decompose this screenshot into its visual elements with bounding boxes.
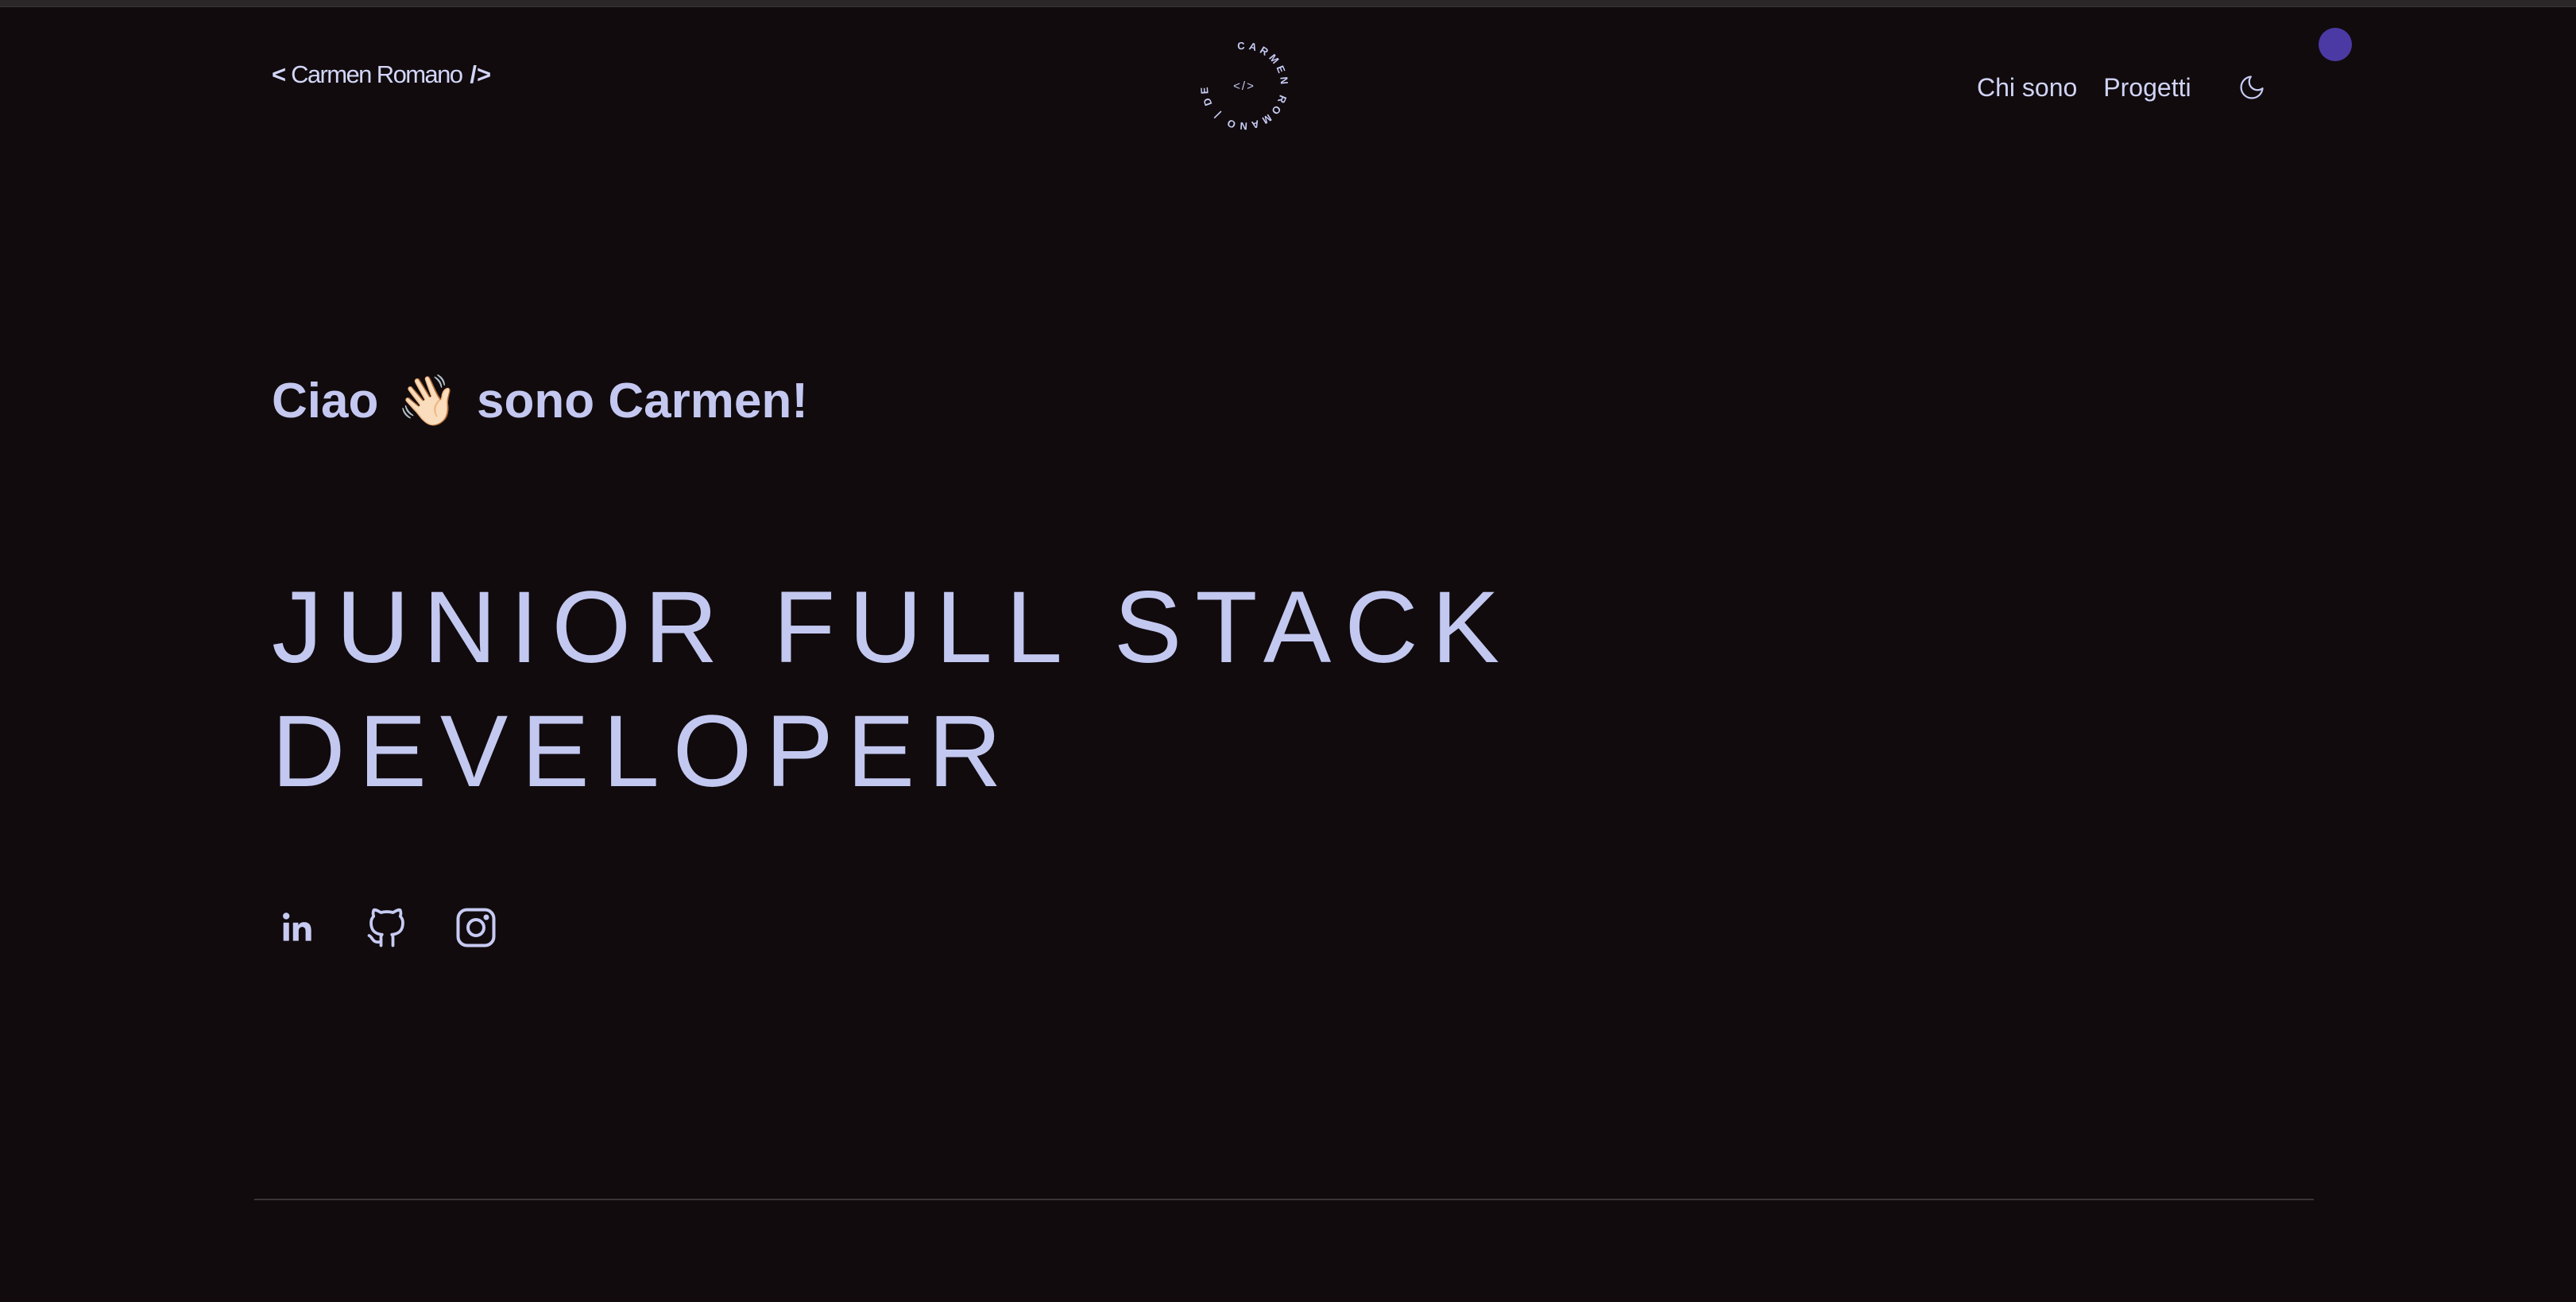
- main-nav: Chi sono Progetti: [1977, 70, 2269, 105]
- social-links: [272, 901, 539, 954]
- moon-icon: [2240, 76, 2264, 99]
- theme-toggle-button[interactable]: [2234, 70, 2269, 105]
- browser-top-strip: [0, 0, 2576, 7]
- hero-title-line-1: JUNIOR FULL STACK: [272, 571, 1514, 684]
- hero-title: JUNIOR FULL STACK DEVELOPER: [272, 566, 1513, 814]
- waving-hand-icon: 👋🏻: [396, 374, 458, 428]
- linkedin-icon: [283, 913, 311, 941]
- github-icon: [367, 908, 404, 947]
- portfolio-page: <Carmen Romano/> CARMEN ROMANO | DEVELOP…: [0, 0, 2576, 1302]
- badge-center-text: </>: [1233, 79, 1255, 93]
- cursor-follower-dot: [2319, 28, 2352, 61]
- nav-progetti[interactable]: Progetti: [2103, 73, 2191, 103]
- circular-developer-badge: CARMEN ROMANO | DEVELOPER | </>: [1192, 33, 1297, 138]
- greeting-start: Ciao: [272, 374, 379, 428]
- instagram-link[interactable]: [450, 901, 502, 954]
- logo-open-bracket: <: [272, 60, 287, 88]
- linkedin-link[interactable]: [272, 901, 324, 954]
- nav-chi-sono[interactable]: Chi sono: [1977, 73, 2077, 103]
- hero-title-line-2: DEVELOPER: [272, 695, 1015, 808]
- greeting-end: sono Carmen!: [477, 374, 808, 428]
- site-logo[interactable]: < Carmen Romano/>: [272, 60, 491, 89]
- logo-close-bracket: />: [470, 60, 492, 88]
- section-divider: [254, 1199, 2314, 1200]
- instagram-icon: [456, 908, 496, 947]
- logo-name: Carmen Romano: [291, 60, 463, 88]
- hero-greeting: Ciao 👋🏻 sono Carmen!: [272, 372, 808, 430]
- github-link[interactable]: [361, 901, 413, 954]
